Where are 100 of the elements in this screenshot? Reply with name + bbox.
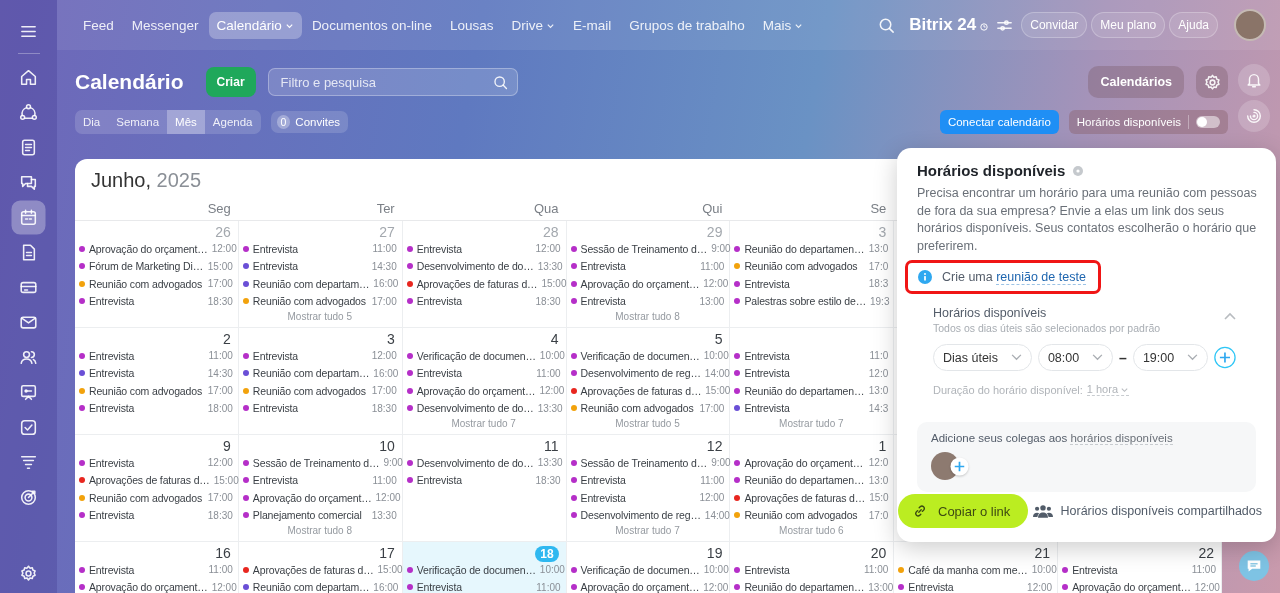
- event-title[interactable]: Aprovação do orçament…: [580, 581, 700, 593]
- event-title[interactable]: Reunião com advogados: [89, 491, 204, 504]
- event-title[interactable]: Entrevista: [416, 474, 532, 487]
- event-title[interactable]: Entrevista: [744, 277, 865, 290]
- event-title[interactable]: Entrevista: [744, 402, 865, 415]
- event-title[interactable]: Reunião com advogados: [89, 277, 204, 290]
- event-title[interactable]: Aprovação do orçament…: [580, 277, 700, 290]
- event-title[interactable]: Entrevista: [416, 242, 532, 255]
- event-title[interactable]: Café da manha com me…: [908, 563, 1028, 576]
- event-title[interactable]: Reunião com departam…: [252, 581, 370, 593]
- event-title[interactable]: Entrevista: [744, 367, 865, 380]
- event-title[interactable]: Aprovações de faturas d…: [580, 384, 702, 397]
- event-title[interactable]: Entrevista: [1072, 563, 1188, 576]
- day-cell[interactable]: 17 Aprovações de faturas d… 15:00 Reunião com departam… 16:00: [238, 542, 403, 593]
- availability-link[interactable]: horários disponíveis: [1070, 432, 1173, 445]
- day-cell[interactable]: 4 Verificação de documen… 10:00 Entrevista 11:00 Aprovação do orçament… 12:00 Desenvolvimento de do… 13:30 Mostrar tudo 7: [402, 328, 567, 435]
- event-title[interactable]: Aprovação do orçament…: [416, 384, 536, 397]
- event-title[interactable]: Reunião com advogados: [252, 295, 368, 308]
- event-title[interactable]: Entrevista: [580, 491, 696, 504]
- event-title[interactable]: Aprovações de faturas d…: [89, 474, 210, 487]
- day-cell[interactable]: 3 Reunião do departamen… 13:0 Reunião com advogados 17:0 Entrevista 18:3 Palestras sobre estilo de… 19:3: [730, 221, 895, 328]
- event-title[interactable]: Aprovações de faturas d…: [416, 277, 538, 290]
- day-cell[interactable]: 1 Aprovação do orçament… 12:0 Reunião do departamen… 13:0 Aprovações de faturas d… 15:0 Reunião com advogados 17:0 Mostrar tudo 6: [730, 435, 895, 542]
- event-title[interactable]: Desenvolvimento de reg…: [580, 367, 701, 380]
- day-cell[interactable]: 28 Entrevista 12:00 Desenvolvimento de do… 13:30 Aprovações de faturas d… 15:00 Entrevista 18:30: [402, 221, 567, 328]
- event-title[interactable]: Desenvolvimento de do…: [416, 260, 534, 273]
- event-title[interactable]: Entrevista: [416, 581, 533, 593]
- event-title[interactable]: Entrevista: [89, 367, 204, 380]
- event-title[interactable]: Reunião com advogados: [744, 260, 865, 273]
- event-title[interactable]: Entrevista: [580, 260, 697, 273]
- event-title[interactable]: Reunião com advogados: [252, 384, 368, 397]
- day-cell[interactable]: 26 Aprovação do orçament… 12:00 Fórum de Marketing Di… 15:00 Reunião com advogados 17:00 Entrevista 18:30: [75, 221, 239, 328]
- event-title[interactable]: Verificação de documen…: [416, 563, 536, 576]
- test-meeting-link[interactable]: reunião de teste: [996, 270, 1086, 285]
- nav-tab[interactable]: Feed: [75, 11, 122, 39]
- event-title[interactable]: Reunião do departamen…: [744, 474, 865, 487]
- event-title[interactable]: Entrevista: [580, 295, 696, 308]
- event-title[interactable]: Desenvolvimento de do…: [416, 456, 534, 469]
- event-title[interactable]: Aprovações de faturas d…: [252, 563, 374, 576]
- nav-tab[interactable]: Messenger: [123, 11, 207, 39]
- event-title[interactable]: Entrevista: [89, 295, 204, 308]
- day-cell[interactable]: 3 Entrevista 12:00 Reunião com departam… 16:00 Reunião com advogados 17:00 Entrevista 18:30: [238, 328, 403, 435]
- event-title[interactable]: Entrevista: [744, 349, 866, 362]
- event-title[interactable]: Entrevista: [252, 242, 369, 255]
- day-cell[interactable]: 19 Verificação de documen… 10:00 Aprovação do orçament… 12:00: [566, 542, 731, 593]
- event-title[interactable]: Entrevista: [89, 563, 205, 576]
- event-title[interactable]: Desenvolvimento de reg…: [580, 509, 701, 522]
- event-title[interactable]: Reunião do departamen…: [744, 242, 865, 255]
- day-cell[interactable]: 5 Verificação de documen… 10:00 Desenvolvimento de reg… 14:00 Aprovações de faturas d… 15:00 Reunião com advogados 17:00 Mostrar tudo 5: [566, 328, 731, 435]
- event-title[interactable]: Verificação de documen…: [580, 349, 700, 362]
- event-title[interactable]: Aprovação do orçament…: [89, 242, 208, 255]
- event-title[interactable]: Entrevista: [89, 349, 205, 362]
- nav-tab[interactable]: Documentos on-line: [303, 11, 440, 39]
- event-title[interactable]: Entrevista: [89, 456, 204, 469]
- day-cell[interactable]: 18 Verificação de documen… 10:00 Entrevista 11:00: [402, 542, 567, 593]
- calendars-button[interactable]: Calendários: [1088, 66, 1184, 98]
- event-title[interactable]: Sessão de Treinamento d…: [580, 242, 708, 255]
- event-title[interactable]: Entrevista: [908, 581, 1024, 593]
- event-title[interactable]: Palestras sobre estilo de…: [744, 295, 866, 308]
- event-title[interactable]: Aprovação do orçament…: [744, 456, 865, 469]
- event-title[interactable]: Entrevista: [416, 367, 533, 380]
- event-title[interactable]: Entrevista: [252, 474, 369, 487]
- event-title[interactable]: Verificação de documen…: [416, 349, 536, 362]
- event-title[interactable]: Aprovação do orçament…: [1072, 581, 1191, 593]
- event-title[interactable]: Reunião com advogados: [744, 509, 865, 522]
- day-cell[interactable]: 20 Entrevista 11:00 Reunião do departamen… 13:00: [730, 542, 895, 593]
- copy-link-button[interactable]: Copiar o link: [898, 494, 1029, 528]
- event-title[interactable]: Entrevista: [580, 474, 697, 487]
- event-title[interactable]: Entrevista: [252, 402, 368, 415]
- event-title[interactable]: Entrevista: [89, 509, 204, 522]
- event-title[interactable]: Reunião com advogados: [580, 402, 696, 415]
- event-title[interactable]: Entrevista: [252, 260, 368, 273]
- event-title[interactable]: Sessão de Treinamento d…: [252, 456, 380, 469]
- day-cell[interactable]: 29 Sessão de Treinamento d… 9:00 Entrevista 11:00 Aprovação do orçament… 12:00 Entrevista 13:00 Mostrar tudo 8: [566, 221, 731, 328]
- day-cell[interactable]: 27 Entrevista 11:00 Entrevista 14:30 Reunião com departam… 16:00 Reunião com advogados 17:00 Mostrar tudo 5: [238, 221, 403, 328]
- event-title[interactable]: Verificação de documen…: [580, 563, 700, 576]
- event-title[interactable]: Reunião com departam…: [252, 367, 370, 380]
- day-cell[interactable]: Entrevista 11:0 Entrevista 12:0 Reunião do departamen… 13:0 Entrevista 14:3 Mostrar tudo 7: [730, 328, 895, 435]
- event-title[interactable]: Aprovação do orçament…: [89, 581, 208, 593]
- event-title[interactable]: Sessão de Treinamento d…: [580, 456, 708, 469]
- shared-slots-link[interactable]: Horários disponíveis compartilhados: [1032, 503, 1262, 519]
- event-time: 14:00: [704, 367, 730, 379]
- event-title[interactable]: Aprovação do orçament…: [252, 491, 372, 504]
- event-title[interactable]: Entrevista: [416, 295, 532, 308]
- event-title[interactable]: Entrevista: [744, 563, 860, 576]
- event-title[interactable]: Aprovações de faturas d…: [744, 491, 866, 504]
- day-cell[interactable]: 16 Entrevista 11:00 Aprovação do orçament… 12:00: [75, 542, 239, 593]
- event-title[interactable]: Fórum de Marketing Di…: [89, 260, 204, 273]
- event-title[interactable]: Reunião do departamen…: [744, 384, 865, 397]
- event-title[interactable]: Entrevista: [89, 402, 204, 415]
- day-cell[interactable]: 12 Sessão de Treinamento d… 9:00 Entrevista 11:00 Entrevista 12:00 Desenvolvimento de reg… 14:00 Mostrar tudo 7: [566, 435, 731, 542]
- day-cell[interactable]: 9 Entrevista 12:00 Aprovações de faturas d… 15:00 Reunião com advogados 17:00 Entrevista 18:30: [75, 435, 239, 542]
- event-title[interactable]: Planejamento comercial: [252, 509, 368, 522]
- day-cell[interactable]: 10 Sessão de Treinamento d… 9:00 Entrevista 11:00 Aprovação do orçament… 12:00 Planejamento comercial 13:30 Mostrar tudo 8: [238, 435, 403, 542]
- event-title[interactable]: Entrevista: [252, 349, 368, 362]
- event-title[interactable]: Desenvolvimento de do…: [416, 402, 534, 415]
- day-cell[interactable]: 2 Entrevista 11:00 Entrevista 14:30 Reunião com advogados 17:00 Entrevista 18:00: [75, 328, 239, 435]
- event-title[interactable]: Reunião com advogados: [89, 384, 204, 397]
- event-title[interactable]: Reunião com departam…: [252, 277, 370, 290]
- event-title[interactable]: Reunião do departamen…: [744, 581, 865, 593]
